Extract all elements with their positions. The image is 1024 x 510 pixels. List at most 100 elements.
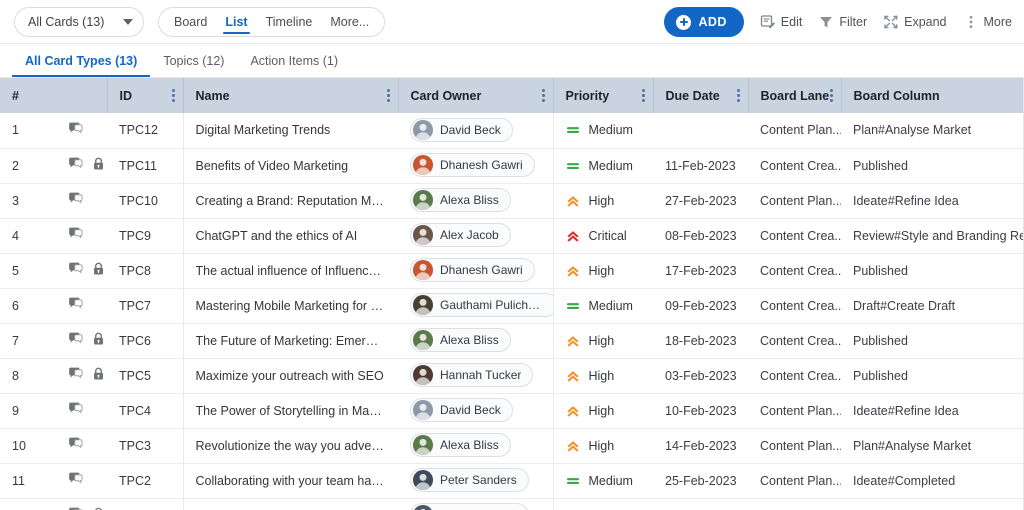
add-button[interactable]: ADD	[664, 7, 744, 37]
cell-name[interactable]: The actual influence of Influencer M...	[182, 253, 398, 289]
col-header-index[interactable]: #	[0, 78, 52, 113]
lock-icon[interactable]	[92, 367, 105, 384]
table-row[interactable]: 5 TPC8 The actual influence of Influencer …	[0, 253, 1024, 289]
owner-chip[interactable]: Dhanesh Gawri	[410, 258, 535, 282]
cell-board-column[interactable]: Plan#Strategize and Define Conte...	[841, 498, 1024, 510]
owner-chip[interactable]: Hannah Tucker	[410, 363, 534, 387]
cell-id[interactable]: TPC3	[107, 428, 183, 464]
cell-board-column[interactable]: Plan#Analyse Market	[841, 113, 1024, 149]
comment-icon[interactable]	[68, 332, 83, 349]
table-row[interactable]: 8 TPC5 Maximize your outreach with SEO Hann…	[0, 358, 1024, 394]
cell-card-owner[interactable]: Alex Jacob	[398, 218, 553, 254]
cell-board-column[interactable]: Ideate#Completed	[841, 463, 1024, 499]
table-row[interactable]: 9 TPC4 The Power of Storytelling in Market…	[0, 393, 1024, 429]
col-header-id[interactable]: ID	[107, 78, 184, 113]
cell-card-owner[interactable]: David Beck	[398, 393, 553, 429]
lock-icon[interactable]	[92, 332, 105, 349]
cell-board-lane[interactable]: Content Plan...	[748, 498, 841, 510]
comment-icon[interactable]	[68, 157, 83, 174]
cell-id[interactable]: TPC5	[107, 358, 183, 394]
table-row[interactable]: 10 TPC3 Revolutionize the way you advertis…	[0, 428, 1024, 464]
cell-card-owner[interactable]: Alexa Bliss	[398, 428, 553, 464]
cell-name[interactable]: The Common Pitfalls of Social Medi...	[182, 498, 398, 510]
cell-board-lane[interactable]: Content Crea...	[748, 253, 841, 289]
cell-card-owner[interactable]: Gauthami Pulicharla	[398, 288, 553, 324]
cell-id[interactable]: TPC12	[107, 113, 183, 149]
cell-name[interactable]: Revolutionize the way you advertise...	[182, 428, 398, 464]
view-tab-more[interactable]: More...	[329, 8, 370, 36]
cell-board-column[interactable]: Plan#Analyse Market	[841, 428, 1024, 464]
cell-board-lane[interactable]: Content Crea...	[748, 218, 841, 254]
owner-chip[interactable]: Peter Sanders	[410, 503, 529, 510]
filter-action[interactable]: Filter	[818, 14, 867, 30]
cell-due-date[interactable]: 19-Feb-2023	[653, 498, 748, 510]
table-row[interactable]: 6 TPC7 Mastering Mobile Marketing for Bus.…	[0, 288, 1024, 324]
cell-board-lane[interactable]: Content Plan...	[748, 428, 841, 464]
cell-name[interactable]: Digital Marketing Trends	[182, 113, 398, 149]
cell-board-column[interactable]: Review#Style and Branding Review	[841, 218, 1024, 254]
cell-card-owner[interactable]: David Beck	[398, 113, 553, 149]
comment-icon[interactable]	[68, 192, 83, 209]
cell-board-column[interactable]: Ideate#Refine Idea	[841, 183, 1024, 219]
cell-board-column[interactable]: Draft#Create Draft	[841, 288, 1024, 324]
owner-chip[interactable]: Peter Sanders	[410, 468, 529, 492]
cell-name[interactable]: Benefits of Video Marketing	[182, 148, 398, 184]
cell-priority[interactable]: High	[552, 393, 653, 429]
owner-chip[interactable]: Gauthami Pulicharla	[410, 293, 553, 317]
cell-name[interactable]: ChatGPT and the ethics of AI	[182, 218, 398, 254]
view-tab-board[interactable]: Board	[173, 8, 208, 36]
cell-priority[interactable]: High	[552, 323, 653, 359]
col-menu-icon-id[interactable]	[171, 89, 175, 102]
cell-card-owner[interactable]: Peter Sanders	[398, 463, 553, 499]
cell-board-lane[interactable]: Content Crea...	[748, 358, 841, 394]
comment-icon[interactable]	[68, 472, 83, 489]
comment-icon[interactable]	[68, 122, 83, 139]
cell-id[interactable]: TPC2	[107, 463, 183, 499]
owner-chip[interactable]: Alex Jacob	[410, 223, 511, 247]
cell-id[interactable]: TPC10	[107, 183, 183, 219]
cell-priority[interactable]: Medium	[552, 463, 653, 499]
comment-icon[interactable]	[68, 367, 83, 384]
table-row[interactable]: 2 TPC11 Benefits of Video Marketing Dhanesh…	[0, 148, 1024, 184]
col-menu-icon-name[interactable]	[386, 89, 390, 102]
cell-due-date[interactable]: 27-Feb-2023	[653, 183, 748, 219]
cell-id[interactable]: TPC11	[107, 148, 183, 184]
cell-card-owner[interactable]: Hannah Tucker	[398, 358, 553, 394]
cell-board-lane[interactable]: Content Plan...	[748, 113, 841, 149]
table-row[interactable]: 7 TPC6 The Future of Marketing: Emerging .…	[0, 323, 1024, 359]
view-tab-list[interactable]: List	[223, 8, 250, 36]
table-row[interactable]: 11 TPC2 Collaborating with your team has n…	[0, 463, 1024, 499]
cell-due-date[interactable]: 25-Feb-2023	[653, 463, 748, 499]
cell-due-date[interactable]: 17-Feb-2023	[653, 253, 748, 289]
cell-board-column[interactable]: Published	[841, 148, 1024, 184]
cell-name[interactable]: The Future of Marketing: Emerging ...	[182, 323, 398, 359]
cell-card-owner[interactable]: Alexa Bliss	[398, 183, 553, 219]
cell-priority[interactable]: Critical	[552, 218, 653, 254]
cell-priority[interactable]: High	[552, 358, 653, 394]
card-table-container[interactable]: # ID Name Card Owner Priority Due Date B…	[0, 78, 1024, 510]
cell-board-column[interactable]: Ideate#Refine Idea	[841, 393, 1024, 429]
cell-name[interactable]: Mastering Mobile Marketing for Bus...	[182, 288, 398, 324]
owner-chip[interactable]: Dhanesh Gawri	[410, 153, 535, 177]
cell-id[interactable]: TPC4	[107, 393, 183, 429]
cell-id[interactable]: TPC6	[107, 323, 183, 359]
cell-priority[interactable]: High	[552, 253, 653, 289]
cell-name[interactable]: Collaborating with your team has ne...	[182, 463, 398, 499]
cell-id[interactable]: TPC9	[107, 218, 183, 254]
cell-board-column[interactable]: Published	[841, 358, 1024, 394]
cell-priority[interactable]: High	[552, 428, 653, 464]
col-header-board-column[interactable]: Board Column	[841, 78, 1024, 113]
edit-action[interactable]: Edit	[760, 14, 802, 30]
cell-id[interactable]: TPC1	[107, 498, 183, 510]
table-row[interactable]: 1 TPC12 Digital Marketing Trends David Beck…	[0, 113, 1024, 149]
expand-action[interactable]: Expand	[883, 14, 947, 30]
cell-name[interactable]: The Power of Storytelling in Marketi...	[182, 393, 398, 429]
cell-due-date[interactable]: 10-Feb-2023	[653, 393, 748, 429]
table-row[interactable]: 12 TPC1The Common Pitfalls of Social Medi…	[0, 498, 1024, 510]
cell-board-lane[interactable]: Content Crea...	[748, 323, 841, 359]
owner-chip[interactable]: David Beck	[410, 117, 513, 142]
cell-priority[interactable]: Medium	[552, 113, 653, 149]
cell-due-date[interactable]: 08-Feb-2023	[653, 218, 748, 254]
lock-icon[interactable]	[92, 157, 105, 174]
cell-board-column[interactable]: Published	[841, 253, 1024, 289]
